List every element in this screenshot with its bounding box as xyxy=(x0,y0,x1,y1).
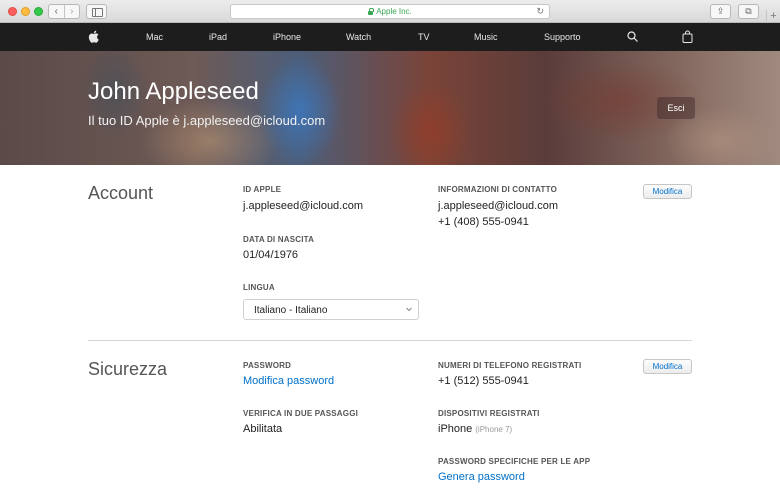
language-label: LINGUA xyxy=(243,283,275,292)
device-model: (iPhone 7) xyxy=(475,425,513,434)
show-tabs-button[interactable]: ⧉ xyxy=(738,4,759,19)
address-bar[interactable]: Apple Inc. ↻ xyxy=(230,4,550,19)
bag-icon[interactable] xyxy=(682,30,693,43)
nav-item-music[interactable]: Music xyxy=(474,23,498,51)
share-button[interactable]: ⇪ xyxy=(710,4,731,19)
reload-icon[interactable]: ↻ xyxy=(536,6,544,17)
trusted-phone-value: +1 (512) 555-0941 xyxy=(438,375,529,387)
birth-date-value: 01/04/1976 xyxy=(243,249,299,261)
nav-item-tv[interactable]: TV xyxy=(418,23,430,51)
share-icon: ⇪ xyxy=(716,6,725,16)
sidebar-toggle-button[interactable] xyxy=(86,4,107,19)
profile-apple-id: Il tuo ID Apple è j.appleseed@icloud.com xyxy=(88,113,326,128)
global-nav: Mac iPad iPhone Watch TV Music Supporto xyxy=(0,23,780,51)
forward-button[interactable]: › xyxy=(63,5,80,18)
chevron-left-icon: ‹ xyxy=(54,5,58,17)
zoom-window-button[interactable] xyxy=(34,7,43,16)
chevron-down-icon xyxy=(406,307,412,312)
nav-item-watch[interactable]: Watch xyxy=(346,23,371,51)
account-section-title: Account xyxy=(88,183,154,203)
password-label: PASSWORD xyxy=(243,361,292,370)
apple-id-label: ID APPLE xyxy=(243,185,282,194)
two-step-label: VERIFICA IN DUE PASSAGGI xyxy=(243,409,359,418)
two-step-value: Abilitata xyxy=(243,423,283,435)
contact-phone: +1 (408) 555-0941 xyxy=(438,216,529,228)
lock-icon xyxy=(368,7,374,15)
language-select[interactable]: Italiano - Italiano xyxy=(243,299,419,320)
back-button[interactable]: ‹ xyxy=(49,5,64,18)
apple-id-value: j.appleseed@icloud.com xyxy=(243,200,364,212)
history-nav: ‹ › xyxy=(48,4,80,19)
close-window-button[interactable] xyxy=(8,7,17,16)
nav-item-mac[interactable]: Mac xyxy=(146,23,163,51)
generate-password-link[interactable]: Genera password xyxy=(438,471,525,483)
profile-name: John Appleseed xyxy=(88,78,259,105)
address-text: Apple Inc. xyxy=(376,7,412,16)
trusted-devices-label: DISPOSITIVI REGISTRATI xyxy=(438,409,540,418)
tabs-icon: ⧉ xyxy=(745,6,752,16)
browser-toolbar: ‹ › Apple Inc. ↻ ⇪ ⧉ + xyxy=(0,0,780,23)
app-passwords-label: PASSWORD SPECIFICHE PER LE APP xyxy=(438,457,591,466)
new-tab-button[interactable]: + xyxy=(766,10,780,23)
trusted-device[interactable]: iPhone (iPhone 7) xyxy=(438,423,512,435)
trusted-phones-label: NUMERI DI TELEFONO REGISTRATI xyxy=(438,361,582,370)
sign-out-button[interactable]: Esci xyxy=(657,97,695,119)
profile-banner: John Appleseed Il tuo ID Apple è j.apple… xyxy=(0,51,780,165)
nav-item-support[interactable]: Supporto xyxy=(544,23,581,51)
security-section-title: Sicurezza xyxy=(88,359,168,379)
account-edit-button[interactable]: Modifica xyxy=(643,184,692,199)
apple-logo-icon[interactable] xyxy=(88,30,99,43)
minimize-window-button[interactable] xyxy=(21,7,30,16)
chevron-right-icon: › xyxy=(70,5,74,17)
language-select-value: Italiano - Italiano xyxy=(254,305,328,316)
contact-email: j.appleseed@icloud.com xyxy=(438,200,559,212)
account-content: Account ID APPLE j.appleseed@icloud.com … xyxy=(0,165,780,498)
contact-info-label: INFORMAZIONI DI CONTATTO xyxy=(438,185,558,194)
security-edit-button[interactable]: Modifica xyxy=(643,359,692,374)
section-divider xyxy=(88,340,692,341)
birth-date-label: DATA DI NASCITA xyxy=(243,235,315,244)
device-name: iPhone xyxy=(438,423,473,435)
change-password-link[interactable]: Modifica password xyxy=(243,375,334,387)
search-icon[interactable] xyxy=(627,31,638,42)
nav-item-iphone[interactable]: iPhone xyxy=(273,23,301,51)
nav-item-ipad[interactable]: iPad xyxy=(209,23,227,51)
